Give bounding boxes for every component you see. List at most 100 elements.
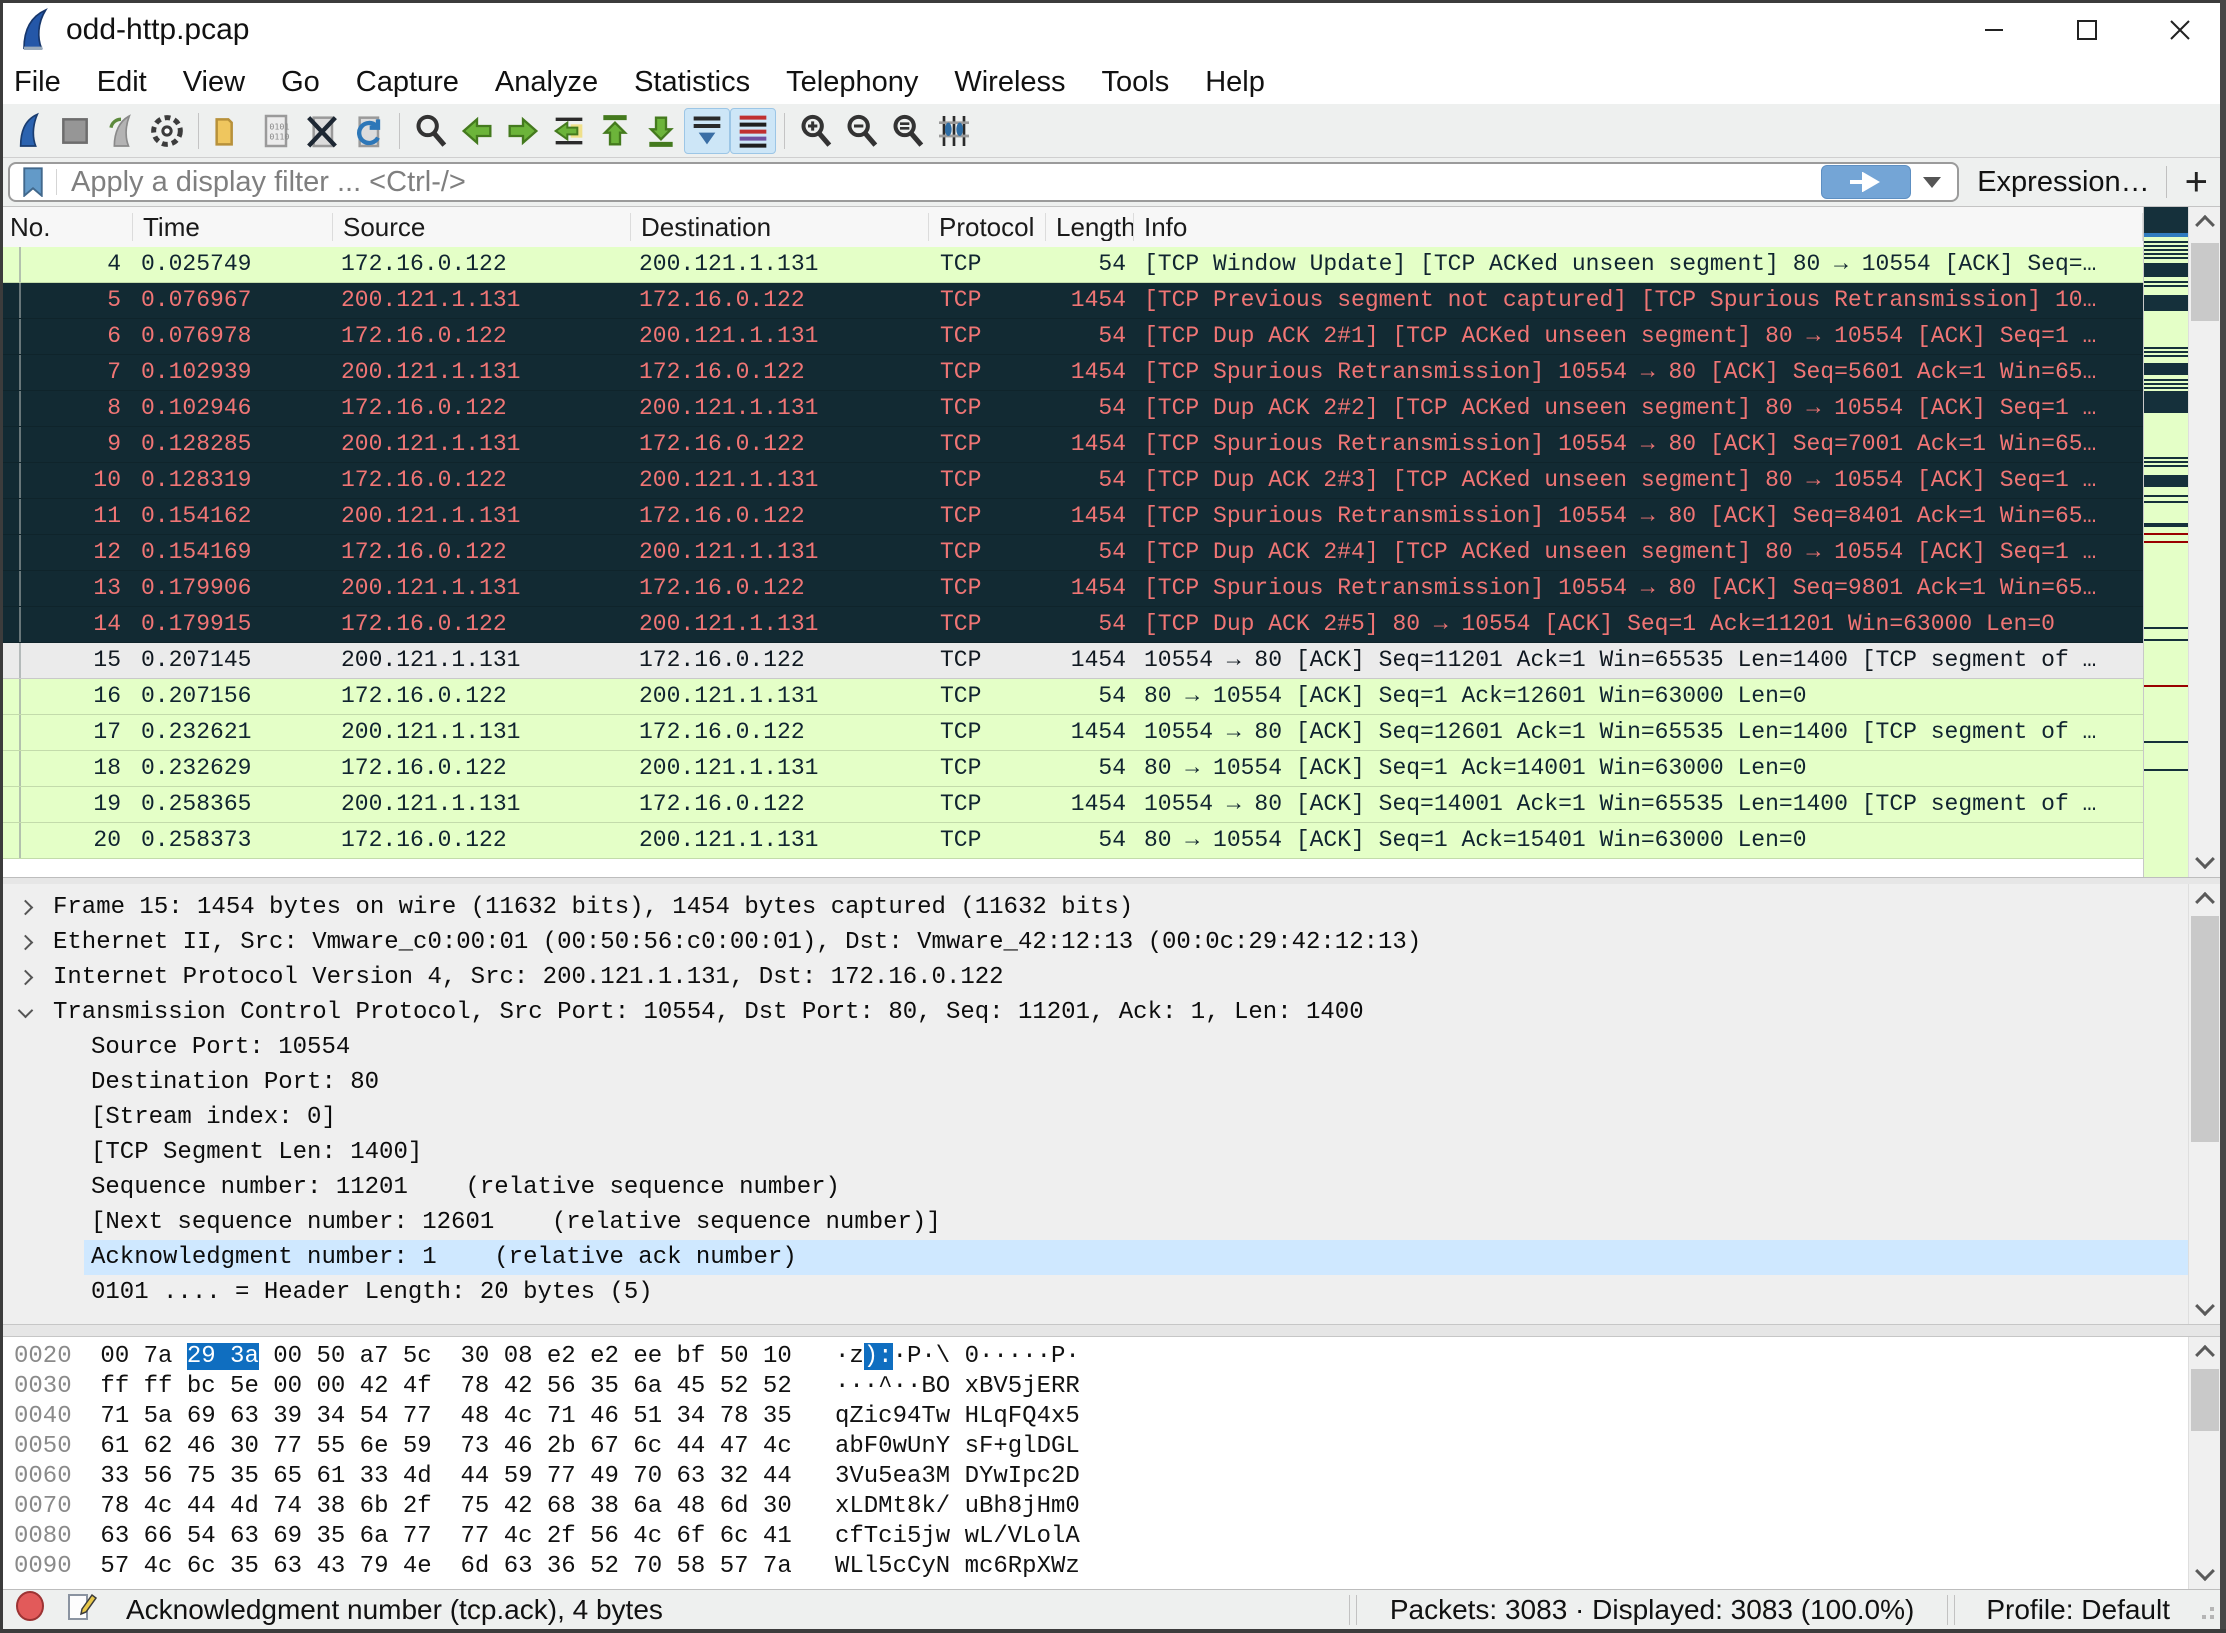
menu-file[interactable]: File bbox=[0, 66, 79, 99]
open-file-icon[interactable] bbox=[207, 108, 253, 154]
bytes-scrollbar[interactable] bbox=[2188, 1337, 2221, 1589]
detail-row[interactable]: Frame 15: 1454 bytes on wire (11632 bits… bbox=[0, 890, 2188, 925]
go-last-icon[interactable] bbox=[638, 108, 684, 154]
menu-wireless[interactable]: Wireless bbox=[936, 66, 1083, 99]
filter-text-field[interactable] bbox=[69, 165, 1821, 200]
column-header-info[interactable]: Info bbox=[1134, 213, 2143, 241]
scroll-down-icon[interactable] bbox=[2189, 1559, 2221, 1589]
detail-row[interactable]: [TCP Segment Len: 1400] bbox=[0, 1135, 2188, 1170]
packet-row-15[interactable]: 150.207145200.121.1.131172.16.0.122TCP14… bbox=[0, 643, 2143, 679]
close-button[interactable] bbox=[2133, 0, 2226, 60]
packet-list-scrollbar[interactable] bbox=[2188, 207, 2221, 877]
hex-row-0030[interactable]: 0030 ff ff bc 5e 00 00 42 4f 78 42 56 35… bbox=[0, 1372, 2188, 1402]
stop-capture-icon[interactable] bbox=[52, 108, 98, 154]
scrollbar-thumb[interactable] bbox=[2191, 1369, 2219, 1431]
expand-arrow-icon[interactable] bbox=[18, 935, 34, 951]
colorize-icon[interactable] bbox=[730, 108, 776, 154]
resize-grip[interactable] bbox=[2194, 1599, 2216, 1621]
close-file-icon[interactable] bbox=[299, 108, 345, 154]
packet-row-18[interactable]: 180.232629172.16.0.122200.121.1.131TCP54… bbox=[0, 751, 2143, 787]
packet-row-20[interactable]: 200.258373172.16.0.122200.121.1.131TCP54… bbox=[0, 823, 2143, 859]
hex-row-0060[interactable]: 0060 33 56 75 35 65 61 33 4d 44 59 77 49… bbox=[0, 1462, 2188, 1492]
column-header-no[interactable]: No. bbox=[0, 213, 133, 241]
menu-help[interactable]: Help bbox=[1187, 66, 1283, 99]
zoom-out-icon[interactable] bbox=[839, 108, 885, 154]
packet-row-16[interactable]: 160.207156172.16.0.122200.121.1.131TCP54… bbox=[0, 679, 2143, 715]
profile-status[interactable]: Profile: Default bbox=[1986, 1594, 2170, 1626]
pane-splitter-bottom[interactable] bbox=[0, 1324, 2226, 1337]
packet-row-7[interactable]: 70.102939200.121.1.131172.16.0.122TCP145… bbox=[0, 355, 2143, 391]
detail-row[interactable]: Source Port: 10554 bbox=[0, 1030, 2188, 1065]
save-file-icon[interactable]: 01010110 bbox=[253, 108, 299, 154]
go-forward-icon[interactable] bbox=[500, 108, 546, 154]
go-back-icon[interactable] bbox=[454, 108, 500, 154]
scrollbar-thumb[interactable] bbox=[2191, 243, 2219, 321]
menu-analyze[interactable]: Analyze bbox=[477, 66, 616, 99]
hex-row-0040[interactable]: 0040 71 5a 69 63 39 34 54 77 48 4c 71 46… bbox=[0, 1402, 2188, 1432]
packet-list-header[interactable]: No.TimeSourceDestinationProtocolLengthIn… bbox=[0, 207, 2143, 248]
detail-row[interactable]: 0101 .... = Header Length: 20 bytes (5) bbox=[0, 1275, 2188, 1310]
detail-row[interactable]: [Stream index: 0] bbox=[0, 1100, 2188, 1135]
detail-row[interactable]: Internet Protocol Version 4, Src: 200.12… bbox=[0, 960, 2188, 995]
menu-capture[interactable]: Capture bbox=[338, 66, 477, 99]
apply-filter-button[interactable] bbox=[1821, 165, 1911, 199]
detail-row[interactable]: Ethernet II, Src: Vmware_c0:00:01 (00:50… bbox=[0, 925, 2188, 960]
packet-row-8[interactable]: 80.102946172.16.0.122200.121.1.131TCP54[… bbox=[0, 391, 2143, 427]
capture-options-icon[interactable] bbox=[144, 108, 190, 154]
menu-go[interactable]: Go bbox=[263, 66, 338, 99]
start-capture-icon[interactable] bbox=[6, 108, 52, 154]
zoom-original-icon[interactable] bbox=[885, 108, 931, 154]
packet-row-6[interactable]: 60.076978172.16.0.122200.121.1.131TCP54[… bbox=[0, 319, 2143, 355]
hex-row-0070[interactable]: 0070 78 4c 44 4d 74 38 6b 2f 75 42 68 38… bbox=[0, 1492, 2188, 1522]
column-header-length[interactable]: Length bbox=[1046, 213, 1134, 241]
display-filter-input[interactable] bbox=[8, 162, 1959, 202]
menu-telephony[interactable]: Telephony bbox=[768, 66, 936, 99]
auto-scroll-icon[interactable] bbox=[684, 108, 730, 154]
scroll-up-icon[interactable] bbox=[2189, 207, 2221, 237]
hex-row-0090[interactable]: 0090 57 4c 6c 35 63 43 79 4e 6d 63 36 52… bbox=[0, 1552, 2188, 1582]
hex-row-0080[interactable]: 0080 63 66 54 63 69 35 6a 77 77 4c 2f 56… bbox=[0, 1522, 2188, 1552]
menu-tools[interactable]: Tools bbox=[1084, 66, 1188, 99]
collapse-arrow-icon[interactable] bbox=[18, 1003, 34, 1019]
maximize-button[interactable] bbox=[2040, 0, 2133, 60]
column-header-source[interactable]: Source bbox=[333, 213, 631, 241]
zoom-in-icon[interactable] bbox=[793, 108, 839, 154]
pane-splitter-top[interactable] bbox=[0, 877, 2226, 884]
scrollbar-thumb[interactable] bbox=[2191, 916, 2219, 1142]
detail-row[interactable]: Sequence number: 11201 (relative sequenc… bbox=[0, 1170, 2188, 1205]
hex-row-0050[interactable]: 0050 61 62 46 30 77 55 6e 59 73 46 2b 67… bbox=[0, 1432, 2188, 1462]
minimize-button[interactable] bbox=[1947, 0, 2040, 60]
packet-row-19[interactable]: 190.258365200.121.1.131172.16.0.122TCP14… bbox=[0, 787, 2143, 823]
reload-file-icon[interactable] bbox=[345, 108, 391, 154]
go-to-packet-icon[interactable] bbox=[546, 108, 592, 154]
detail-row[interactable]: Destination Port: 80 bbox=[0, 1065, 2188, 1100]
packet-row-5[interactable]: 50.076967200.121.1.131172.16.0.122TCP145… bbox=[0, 283, 2143, 319]
packet-row-9[interactable]: 90.128285200.121.1.131172.16.0.122TCP145… bbox=[0, 427, 2143, 463]
packet-row-17[interactable]: 170.232621200.121.1.131172.16.0.122TCP14… bbox=[0, 715, 2143, 751]
packet-row-12[interactable]: 120.154169172.16.0.122200.121.1.131TCP54… bbox=[0, 535, 2143, 571]
packet-row-10[interactable]: 100.128319172.16.0.122200.121.1.131TCP54… bbox=[0, 463, 2143, 499]
capture-comment-icon[interactable] bbox=[64, 1589, 98, 1630]
scroll-up-icon[interactable] bbox=[2189, 1337, 2221, 1367]
menu-view[interactable]: View bbox=[165, 66, 263, 99]
column-header-protocol[interactable]: Protocol bbox=[929, 213, 1046, 241]
packet-row-13[interactable]: 130.179906200.121.1.131172.16.0.122TCP14… bbox=[0, 571, 2143, 607]
packet-row-11[interactable]: 110.154162200.121.1.131172.16.0.122TCP14… bbox=[0, 499, 2143, 535]
column-header-time[interactable]: Time bbox=[133, 213, 333, 241]
packet-row-14[interactable]: 140.179915172.16.0.122200.121.1.131TCP54… bbox=[0, 607, 2143, 643]
detail-row[interactable]: Acknowledgment number: 1 (relative ack n… bbox=[0, 1240, 2188, 1275]
restart-capture-icon[interactable] bbox=[98, 108, 144, 154]
add-filter-button[interactable]: + bbox=[2185, 162, 2208, 202]
expand-arrow-icon[interactable] bbox=[18, 900, 34, 916]
menu-statistics[interactable]: Statistics bbox=[616, 66, 768, 99]
filter-dropdown-icon[interactable] bbox=[1923, 177, 1941, 188]
packet-row-4[interactable]: 40.025749172.16.0.122200.121.1.131TCP54[… bbox=[0, 247, 2143, 283]
details-scrollbar[interactable] bbox=[2188, 884, 2221, 1324]
resize-columns-icon[interactable] bbox=[931, 108, 977, 154]
scroll-down-icon[interactable] bbox=[2189, 1294, 2221, 1324]
filter-bookmark-icon[interactable] bbox=[10, 169, 57, 194]
scroll-up-icon[interactable] bbox=[2189, 884, 2221, 914]
expert-info-icon[interactable] bbox=[14, 1590, 46, 1629]
menu-edit[interactable]: Edit bbox=[79, 66, 165, 99]
go-first-icon[interactable] bbox=[592, 108, 638, 154]
